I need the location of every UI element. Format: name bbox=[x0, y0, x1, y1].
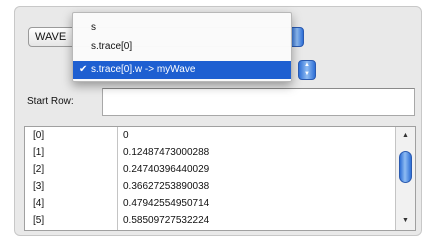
row-index: [5] bbox=[33, 215, 45, 226]
row-value: 0.24740396440029 bbox=[123, 164, 210, 175]
row-index: [1] bbox=[33, 147, 45, 158]
start-row-label: Start Row: bbox=[27, 96, 74, 107]
table-row[interactable]: [2] 0.24740396440029 bbox=[25, 161, 395, 178]
chevron-down-icon: ▼ bbox=[304, 71, 310, 77]
scroll-up-arrow-icon[interactable]: ▲ bbox=[396, 129, 415, 143]
table-row[interactable]: [4] 0.47942554950714 bbox=[25, 195, 395, 212]
menu-item-label: s.trace[0] bbox=[91, 41, 133, 52]
menu-item-s[interactable]: s bbox=[73, 19, 291, 37]
row-value: 0.47942554950714 bbox=[123, 198, 210, 209]
row-index: [0] bbox=[33, 130, 45, 141]
table-scrollbar[interactable]: ▲ ▼ bbox=[395, 127, 415, 230]
wave-popup-menu: s s.trace[0] ✔ s.trace[0].w -> myWave bbox=[72, 12, 292, 82]
wave-select-value: WAVE bbox=[35, 31, 67, 43]
menu-item-label: s.trace[0].w -> myWave bbox=[91, 64, 196, 75]
wave-select-arrow[interactable] bbox=[290, 27, 304, 47]
row-index: [2] bbox=[33, 164, 45, 175]
row-value: 0.58509727532224 bbox=[123, 215, 210, 226]
menu-item-s-trace0[interactable]: s.trace[0] bbox=[73, 38, 291, 56]
chevron-up-icon: ▲ bbox=[304, 62, 310, 68]
checkmark-icon: ✔ bbox=[79, 64, 88, 75]
table-row[interactable]: [3] 0.36627253890038 bbox=[25, 178, 395, 195]
start-row-input[interactable] bbox=[102, 88, 415, 116]
scroll-down-arrow-icon[interactable]: ▼ bbox=[396, 214, 415, 228]
popup-stepper-arrows[interactable]: ▲ ▼ bbox=[298, 60, 316, 80]
scroll-thumb[interactable] bbox=[399, 151, 412, 183]
row-index: [3] bbox=[33, 181, 45, 192]
menu-item-s-trace0-w[interactable]: ✔ s.trace[0].w -> myWave bbox=[73, 61, 291, 79]
row-index: [4] bbox=[33, 198, 45, 209]
table-row[interactable]: [1] 0.12487473000288 bbox=[25, 144, 395, 161]
menu-item-label: s bbox=[91, 22, 96, 33]
table-row[interactable]: [5] 0.58509727532224 bbox=[25, 212, 395, 229]
table-row[interactable]: [0] 0 bbox=[25, 127, 395, 144]
row-value: 0 bbox=[123, 130, 129, 141]
row-value: 0.36627253890038 bbox=[123, 181, 210, 192]
wave-data-table: [0] 0 [1] 0.12487473000288 [2] 0.2474039… bbox=[24, 126, 416, 231]
row-value: 0.12487473000288 bbox=[123, 147, 210, 158]
